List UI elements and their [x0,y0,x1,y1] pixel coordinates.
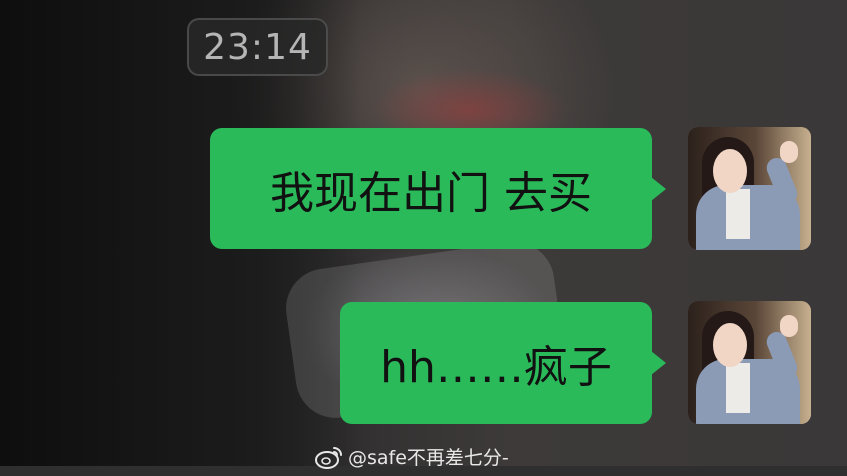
message-bubble-2[interactable]: hh……疯子 [340,302,666,424]
timestamp-badge: 23:14 [187,18,328,76]
avatar-photo-icon[interactable] [688,127,811,250]
weibo-icon [314,445,344,469]
watermark: @safe不再差七分- [314,443,509,470]
avatar-photo-icon[interactable] [688,301,811,424]
message-text-2: hh……疯子 [380,342,612,393]
message-bubble-1[interactable]: 我现在出门 去买 [210,128,666,249]
message-text-1: 我现在出门 去买 [270,167,592,219]
watermark-text: @safe不再差七分- [348,447,509,469]
chat-screen: 23:14 我现在出门 去买 hh……疯子 @safe不再差七分- [0,0,847,476]
